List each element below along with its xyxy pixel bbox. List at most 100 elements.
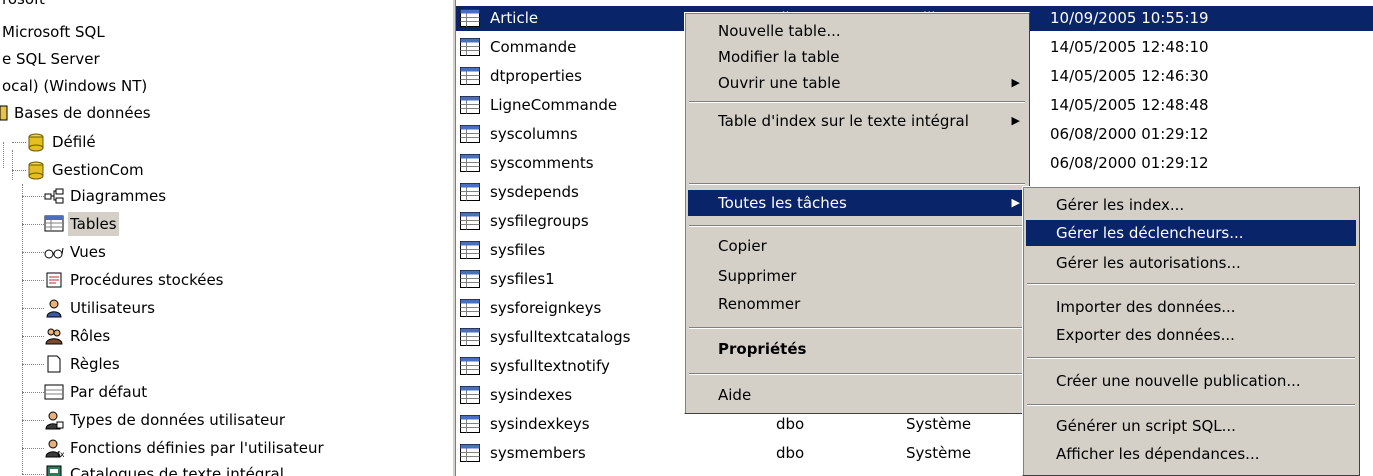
menu-separator: [689, 183, 1025, 185]
tree-line: [22, 196, 44, 197]
tree-item-label: Fonctions définies par l'utilisateur: [70, 439, 324, 457]
table-icon: [460, 154, 480, 172]
cell-name: Article: [490, 9, 539, 27]
tree-item-label: Défilé: [52, 133, 96, 151]
tree-item-roles[interactable]: Rôles: [44, 324, 112, 348]
tree-item-diagrams[interactable]: Diagrammes: [44, 184, 168, 208]
menu-item-label: Gérer les déclencheurs...: [1056, 224, 1244, 242]
cell-name: sysdepends: [490, 183, 579, 201]
menu-item-label: Supprimer: [718, 267, 797, 285]
menu-item-manage-permissions[interactable]: Gérer les autorisations...: [1026, 250, 1356, 276]
menu-separator: [1027, 404, 1355, 406]
tree-line: [22, 392, 44, 393]
menu-item-delete[interactable]: Supprimer: [688, 263, 1026, 289]
tree-item-label: Types de données utilisateur: [70, 411, 285, 429]
tree-item-defaults[interactable]: Par défaut: [44, 380, 149, 404]
menu-item-import-data[interactable]: Importer des données...: [1026, 294, 1356, 320]
tree-item-sql-server-group[interactable]: e SQL Server: [0, 47, 102, 71]
cell-owner: dbo: [776, 444, 805, 462]
tree-item-root[interactable]: rosoft: [0, 0, 47, 11]
cell-name: sysindexes: [490, 386, 573, 404]
tree-line: [12, 170, 26, 171]
menu-item-generate-sql[interactable]: Générer un script SQL...: [1026, 413, 1356, 439]
scroll-icon: [46, 272, 62, 288]
tree-line: [22, 224, 44, 225]
diagram-icon: [44, 188, 64, 204]
menu-item-label: Modifier la table: [718, 48, 840, 66]
tree-item-users[interactable]: Utilisateurs: [44, 296, 157, 320]
tree-line: [22, 280, 44, 281]
menu-item-label: Afficher les dépendances...: [1056, 445, 1260, 463]
cell-name: Commande: [490, 38, 577, 56]
tree-item-gestioncom[interactable]: GestionCom: [26, 158, 146, 182]
tree-item-local-server[interactable]: ocal) (Windows NT): [0, 74, 149, 98]
menu-item-manage-indexes[interactable]: Gérer les index...: [1026, 192, 1356, 218]
cell-date: 14/05/2005 12:46:30: [1050, 67, 1209, 85]
tree-item-rules[interactable]: Règles: [44, 352, 122, 376]
tree-item-label: ocal) (Windows NT): [2, 77, 148, 95]
menu-item-modify-table[interactable]: Modifier la table: [688, 44, 1026, 70]
cell-date: 06/08/2000 01:29:12: [1050, 125, 1209, 143]
menu-item-label: Aide: [718, 386, 752, 404]
menu-item-open-table[interactable]: Ouvrir une table ▶: [688, 70, 1026, 96]
tree-item-user-data-types[interactable]: Types de données utilisateur: [44, 408, 287, 432]
user-type-icon: [45, 411, 64, 430]
tree-line: [22, 448, 44, 449]
menu-item-rename[interactable]: Renommer: [688, 291, 1026, 317]
cell-name: sysindexkeys: [490, 415, 590, 433]
tree-line: [22, 474, 44, 475]
cell-name: sysfiles1: [490, 270, 555, 288]
cell-name: LigneCommande: [490, 96, 618, 114]
tree-item-label: Utilisateurs: [70, 299, 155, 317]
tree-item-views[interactable]: Vues: [44, 240, 108, 264]
menu-item-label: Ouvrir une table: [718, 74, 841, 92]
tree-item-label: Microsoft SQL: [2, 23, 105, 41]
menu-item-new-table[interactable]: Nouvelle table...: [688, 18, 1026, 44]
svg-text:fx: fx: [57, 450, 64, 458]
menu-item-copy[interactable]: Copier: [688, 233, 1026, 259]
table-icon: [460, 328, 480, 346]
catalog-icon: [46, 465, 62, 476]
tree-item-tables[interactable]: Tables: [44, 212, 119, 236]
tree-item-stored-procedures[interactable]: Procédures stockées: [44, 268, 226, 292]
table-icon: [460, 299, 480, 317]
tree-line: [3, 142, 4, 168]
tree-line: [12, 150, 13, 180]
tree-item-label: Rôles: [70, 327, 111, 345]
menu-item-manage-triggers[interactable]: Gérer les déclencheurs...: [1026, 220, 1356, 246]
table-icon: [460, 270, 480, 288]
table-icon: [460, 415, 480, 433]
tree-item-databases[interactable]: Bases de données: [0, 101, 153, 125]
tree-item-label: Tables: [68, 212, 119, 236]
cell-name: sysforeignkeys: [490, 299, 602, 317]
tree-item-microsoft-sql[interactable]: Microsoft SQL: [0, 20, 107, 44]
folder-icon: [0, 105, 8, 121]
tree-item-defile[interactable]: Défilé: [26, 130, 98, 154]
table-icon: [460, 125, 480, 143]
table-icon: [460, 212, 480, 230]
menu-item-help[interactable]: Aide: [688, 382, 1026, 408]
menu-item-show-dependencies[interactable]: Afficher les dépendances...: [1026, 441, 1356, 467]
cell-type: Système: [906, 444, 972, 462]
tree-item-user-functions[interactable]: fx Fonctions définies par l'utilisateur: [44, 436, 326, 460]
tree-item-fulltext-catalogs[interactable]: Catalogues de texte intégral: [44, 462, 286, 476]
menu-item-all-tasks[interactable]: Toutes les tâches ▶: [688, 190, 1026, 216]
submenu-arrow-icon: ▶: [1011, 196, 1020, 209]
table-icon: [460, 67, 480, 85]
menu-item-label: Gérer les index...: [1056, 196, 1185, 214]
cell-date: 14/05/2005 12:48:10: [1050, 38, 1209, 56]
menu-item-fulltext-index[interactable]: Table d'index sur le texte intégral ▶: [688, 108, 1026, 134]
menu-item-label: Importer des données...: [1056, 298, 1236, 316]
table-icon: [44, 384, 64, 400]
menu-item-properties[interactable]: Propriétés: [688, 336, 1026, 362]
tree-item-label: GestionCom: [52, 161, 144, 179]
tree-item-label: Catalogues de texte intégral: [70, 465, 284, 476]
menu-item-new-publication[interactable]: Créer une nouvelle publication...: [1026, 368, 1356, 394]
menu-item-label: Exporter des données...: [1056, 326, 1235, 344]
tree-line: [22, 252, 44, 253]
menu-item-label: Propriétés: [718, 340, 807, 358]
tree-line: [22, 308, 44, 309]
menu-item-label: Toutes les tâches: [718, 194, 847, 212]
tree-item-label: Vues: [70, 243, 106, 261]
menu-item-export-data[interactable]: Exporter des données...: [1026, 322, 1356, 348]
